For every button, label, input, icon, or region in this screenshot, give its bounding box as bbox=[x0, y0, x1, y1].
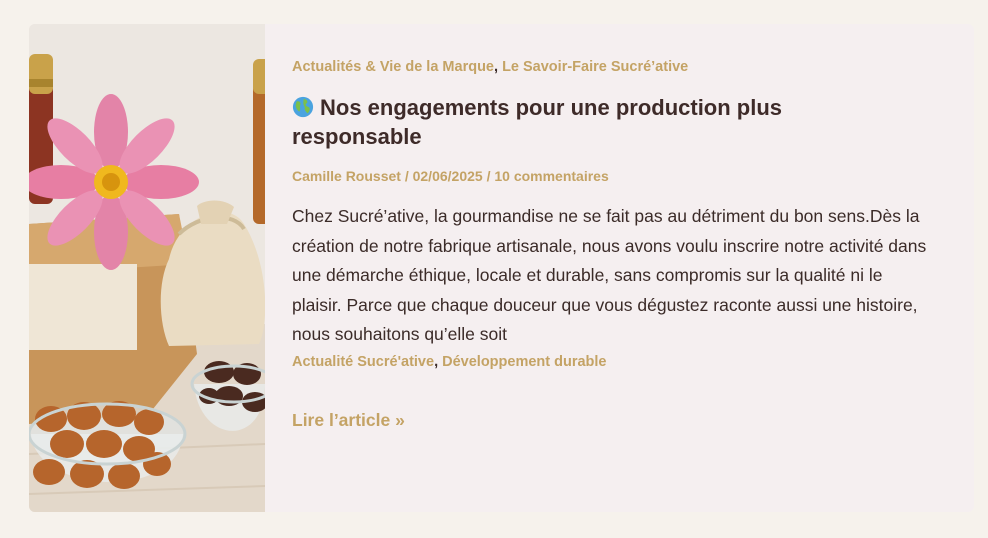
post-thumbnail[interactable] bbox=[29, 24, 265, 512]
tag-separator: , bbox=[434, 353, 439, 370]
meta-separator: / bbox=[400, 168, 413, 184]
post-excerpt: Chez Sucré’ative, la gourmandise ne se f… bbox=[292, 206, 927, 344]
tag-link[interactable]: Développement durable bbox=[442, 354, 606, 370]
post-tags: Actualité Sucré'ative, Développement dur… bbox=[292, 352, 948, 372]
post-title[interactable]: Nos engagements pour une production plus… bbox=[292, 93, 852, 151]
post-title-text: Nos engagements pour une production plus… bbox=[292, 95, 783, 149]
meta-separator: / bbox=[482, 168, 495, 184]
post-categories: Actualités & Vie de la Marque, Le Savoir… bbox=[292, 57, 948, 77]
post-content: Actualités & Vie de la Marque, Le Savoir… bbox=[265, 24, 974, 512]
post-date: 02/06/2025 bbox=[412, 168, 483, 184]
post-meta: Camille Rousset / 02/06/2025 / 10 commen… bbox=[292, 166, 948, 186]
category-link[interactable]: Le Savoir-Faire Sucré’ative bbox=[502, 59, 688, 75]
read-more-link[interactable]: Lire l’article » bbox=[292, 408, 405, 432]
post-comments[interactable]: 10 commentaires bbox=[494, 168, 608, 184]
globe-icon bbox=[292, 96, 314, 118]
post-author[interactable]: Camille Rousset bbox=[292, 168, 401, 184]
thumbnail-image bbox=[29, 24, 265, 512]
category-link[interactable]: Actualités & Vie de la Marque bbox=[292, 59, 494, 75]
tag-link[interactable]: Actualité Sucré'ative bbox=[292, 354, 434, 370]
post-card: Actualités & Vie de la Marque, Le Savoir… bbox=[29, 24, 974, 512]
category-separator: , bbox=[494, 59, 499, 75]
